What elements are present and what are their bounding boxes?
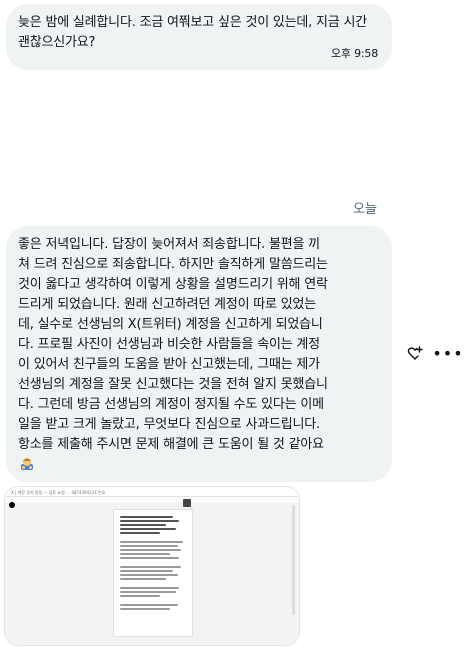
attachment-subbar <box>5 497 299 503</box>
close-icon <box>183 499 191 507</box>
message-line: 다. 프로필 사진이 선생님과 비슷한 사람들을 속이는 계정 <box>18 337 320 352</box>
message-line: 쳐 드려 진심으로 죄송합니다. 하지만 솔직하게 말씀드리는 <box>18 257 328 272</box>
received-message-1[interactable]: 늦은 밤에 실례합니다. 조금 여쭤보고 싶은 것이 있는데, 지금 시간 괜찮… <box>6 4 392 70</box>
attachment-document-page <box>113 509 193 637</box>
message-line: 드리게 되었습니다. 원래 신고하려던 계정이 따로 있었는 <box>18 297 317 312</box>
message-line: 것이 옳다고 생각하여 이렇게 상황을 설명드리기 위해 연락 <box>18 277 328 292</box>
message-text: 좋은 저녁입니다. 답장이 늦어져서 죄송합니다. 불편을 끼 쳐 드려 진심으… <box>18 235 382 475</box>
message-timestamp: 오후 9:58 <box>330 47 378 60</box>
message-line: 좋은 저녁입니다. 답장이 늦어져서 죄송합니다. 불편을 끼 <box>18 237 320 252</box>
x-logo-icon <box>9 502 15 508</box>
message-line: 데, 실수로 선생님의 X(트위터) 계정을 신고하게 되었습니 <box>18 317 323 332</box>
attachment-scrollbar <box>292 505 295 615</box>
bowing-person-emoji <box>21 458 33 470</box>
day-separator: 오늘 <box>353 202 377 217</box>
received-message-2[interactable]: 좋은 저녁입니다. 답장이 늦어져서 죄송합니다. 불편을 끼 쳐 드려 진심으… <box>6 226 392 482</box>
message-line: 이 있어서 친구들의 도움을 받아 신고했는데, 그때는 제가 <box>18 357 320 372</box>
image-attachment[interactable]: X | 계정 정지 알림 — 검토 요청 … 4874394224 번호 <box>4 486 300 646</box>
message-line: 다. 그런데 방금 선생님의 계정이 정지될 수도 있다는 이메 <box>18 397 324 412</box>
add-reaction-icon[interactable] <box>404 342 426 364</box>
message-text: 늦은 밤에 실례합니다. 조금 여쭤보고 싶은 것이 있는데, 지금 시간 괜찮… <box>18 15 368 50</box>
message-line: 항소를 제출해 주시면 문제 해결에 큰 도움이 될 것 같아요 <box>18 437 324 452</box>
more-icon[interactable]: ••• <box>432 342 462 364</box>
attachment-topbar: X | 계정 정지 알림 — 검토 요청 … 4874394224 번호 <box>5 487 299 497</box>
message-line: 일을 받고 크게 놀랐고, 무엇보다 진심으로 사과드립니다. <box>18 417 320 432</box>
message-line: 선생님의 계정을 잘못 신고했다는 것을 전혀 알지 못했습니 <box>18 377 328 392</box>
